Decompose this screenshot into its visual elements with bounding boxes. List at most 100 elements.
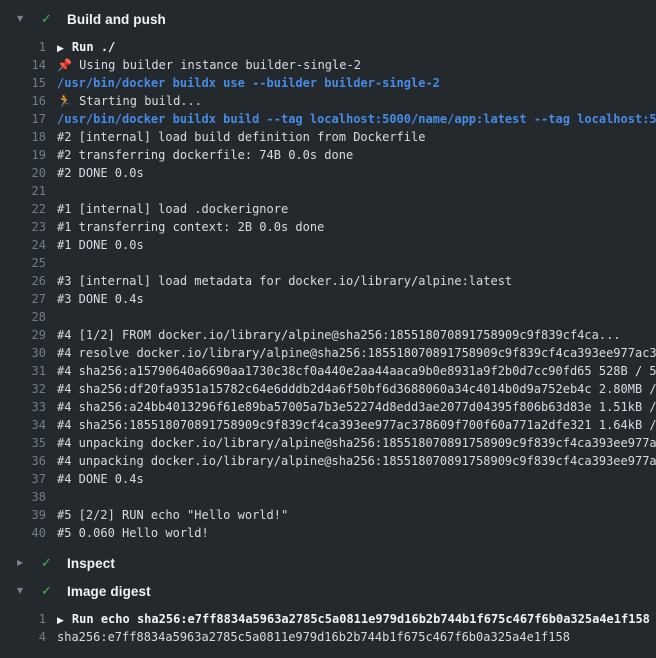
log-text: #1 [internal] load .dockerignore	[57, 202, 288, 216]
line-number[interactable]: 32	[0, 380, 46, 398]
log-line-content: #2 [internal] load build definition from…	[46, 128, 656, 146]
log-line: 28	[0, 308, 656, 326]
actions-log-viewer: ▼✓Build and push1▶Run ./14📌 Using builde…	[0, 0, 656, 652]
line-number[interactable]: 33	[0, 398, 46, 416]
log-text: 📌 Using builder instance builder-single-…	[57, 58, 361, 72]
section-title: Image digest	[67, 584, 151, 599]
expand-log-group-icon[interactable]: ▶	[57, 44, 64, 54]
log-line: 37#4 DONE 0.4s	[0, 470, 656, 488]
section-log-lines: 1▶Run ./14 📌 Using builder instance build…	[0, 32, 656, 548]
line-number[interactable]: 27	[0, 290, 46, 308]
line-number[interactable]: 24	[0, 236, 46, 254]
log-line-content: #3 DONE 0.4s	[46, 290, 656, 308]
log-text: #4 unpacking docker.io/library/alpine@sh…	[57, 454, 656, 468]
log-line-content	[46, 182, 656, 200]
log-line-content: 📌 Using builder instance builder-single-…	[46, 56, 656, 74]
expand-log-group-icon[interactable]: ▶	[57, 616, 64, 626]
line-number[interactable]: 19	[0, 146, 46, 164]
line-number[interactable]: 31	[0, 362, 46, 380]
log-line: 35 #4 unpacking docker.io/library/alpine@…	[0, 434, 656, 452]
line-number[interactable]: 15	[0, 74, 46, 92]
log-line: 19 #2 transferring dockerfile: 74B 0.0s d…	[0, 146, 656, 164]
success-check-icon: ✓	[41, 557, 57, 570]
log-line-content: #4 resolve docker.io/library/alpine@sha2…	[46, 344, 656, 362]
log-line: 25	[0, 254, 656, 272]
log-line: 31#4 sha256:a15790640a6690aa1730c38cf0a4…	[0, 362, 656, 380]
log-line-content: #1 transferring context: 2B 0.0s done	[46, 218, 656, 236]
line-number[interactable]: 30	[0, 344, 46, 362]
log-line-content: #4 DONE 0.4s	[46, 470, 656, 488]
log-line-content: #4 sha256:df20fa9351a15782c64e6dddb2d4a6…	[46, 380, 656, 398]
line-number[interactable]: 14	[0, 56, 46, 74]
line-number[interactable]: 34	[0, 416, 46, 434]
log-section-build-and-push: ▼ ✓ Build and push 1▶Run ./14 📌 Using builde…	[0, 6, 656, 548]
chevron-down-icon[interactable]: ▼	[17, 587, 33, 595]
log-line: 4 sha256:e7ff8834a5963a2785c5a0811e979d16…	[0, 628, 656, 646]
log-line: 36 #4 unpacking docker.io/library/alpine@…	[0, 452, 656, 470]
log-section-image-digest: ▼✓Image digest 1 ▶ Run echo sha256:e7ff8834…	[0, 578, 656, 652]
log-line: 20#2 DONE 0.0s	[0, 164, 656, 182]
line-number[interactable]: 37	[0, 470, 46, 488]
log-text: #3 DONE 0.4s	[57, 292, 144, 306]
log-line: 17/usr/bin/docker buildx build --tag loc…	[0, 110, 656, 128]
log-text: #5 0.060 Hello world!	[57, 526, 209, 540]
section-log-lines: 1 ▶ Run echo sha256:e7ff8834a5963a2785c5a0…	[0, 604, 656, 652]
log-line: 27 #3 DONE 0.4s	[0, 290, 656, 308]
log-line: 30#4 resolve docker.io/library/alpine@sh…	[0, 344, 656, 362]
line-number[interactable]: 40	[0, 524, 46, 542]
log-line: 39 #5 [2/2] RUN echo "Hello world!"	[0, 506, 656, 524]
log-line-content: sha256:e7ff8834a5963a2785c5a0811e979d16b…	[46, 628, 656, 646]
section-title: Inspect	[67, 556, 115, 571]
log-line: 23 #1 transferring context: 2B 0.0s done	[0, 218, 656, 236]
success-check-icon: ✓	[41, 13, 57, 26]
log-text: #2 transferring dockerfile: 74B 0.0s don…	[57, 148, 353, 162]
line-number[interactable]: 1	[0, 610, 46, 628]
log-line: 38	[0, 488, 656, 506]
line-number[interactable]: 25	[0, 254, 46, 272]
log-line-content: #4 sha256:a15790640a6690aa1730c38cf0a440…	[46, 362, 656, 380]
log-line: 21	[0, 182, 656, 200]
log-line-content: #1 [internal] load .dockerignore	[46, 200, 656, 218]
log-line-content: #3 [internal] load metadata for docker.i…	[46, 272, 656, 290]
log-line: 15/usr/bin/docker buildx use --builder b…	[0, 74, 656, 92]
log-line-content: #5 [2/2] RUN echo "Hello world!"	[46, 506, 656, 524]
line-number[interactable]: 39	[0, 506, 46, 524]
log-text: Run echo sha256:e7ff8834a5963a2785c5a081…	[72, 612, 650, 626]
section-header-image-digest[interactable]: ▼✓Image digest	[0, 578, 656, 604]
log-line: 33#4 sha256:a24bb4013296f61e89ba57005a7b…	[0, 398, 656, 416]
line-number[interactable]: 18	[0, 128, 46, 146]
line-number[interactable]: 29	[0, 326, 46, 344]
chevron-down-icon[interactable]: ▼	[17, 15, 33, 23]
section-header-build-and-push[interactable]: ▼ ✓ Build and push	[0, 6, 656, 32]
line-number[interactable]: 20	[0, 164, 46, 182]
chevron-right-icon[interactable]: ▶	[17, 559, 33, 567]
log-text: /usr/bin/docker buildx use --builder bui…	[57, 76, 440, 90]
section-header-inspect[interactable]: ▶ ✓ Inspect	[0, 550, 656, 576]
log-line-content: #2 transferring dockerfile: 74B 0.0s don…	[46, 146, 656, 164]
log-line: 1 ▶ Run echo sha256:e7ff8834a5963a2785c5a0…	[0, 610, 656, 628]
line-number[interactable]: 21	[0, 182, 46, 200]
log-text: #4 unpacking docker.io/library/alpine@sh…	[57, 436, 656, 450]
line-number[interactable]: 16	[0, 92, 46, 110]
log-line: 34#4 sha256:185518070891758909c9f839cf4c…	[0, 416, 656, 434]
log-line: 32#4 sha256:df20fa9351a15782c64e6dddb2d4…	[0, 380, 656, 398]
line-number[interactable]: 4	[0, 628, 46, 646]
line-number[interactable]: 1	[0, 38, 46, 56]
section-title: Build and push	[67, 12, 166, 27]
log-line: 22 #1 [internal] load .dockerignore	[0, 200, 656, 218]
log-text: sha256:e7ff8834a5963a2785c5a0811e979d16b…	[57, 630, 570, 644]
log-text: #5 [2/2] RUN echo "Hello world!"	[57, 508, 288, 522]
line-number[interactable]: 26	[0, 272, 46, 290]
log-line-content: #2 DONE 0.0s	[46, 164, 656, 182]
line-number[interactable]: 38	[0, 488, 46, 506]
log-line: 26#3 [internal] load metadata for docker…	[0, 272, 656, 290]
line-number[interactable]: 36	[0, 452, 46, 470]
line-number[interactable]: 17	[0, 110, 46, 128]
line-number[interactable]: 28	[0, 308, 46, 326]
line-number[interactable]: 23	[0, 218, 46, 236]
line-number[interactable]: 35	[0, 434, 46, 452]
log-line-content: ▶Run ./	[46, 38, 656, 56]
log-text: #1 transferring context: 2B 0.0s done	[57, 220, 324, 234]
line-number[interactable]: 22	[0, 200, 46, 218]
log-line-content	[46, 254, 656, 272]
